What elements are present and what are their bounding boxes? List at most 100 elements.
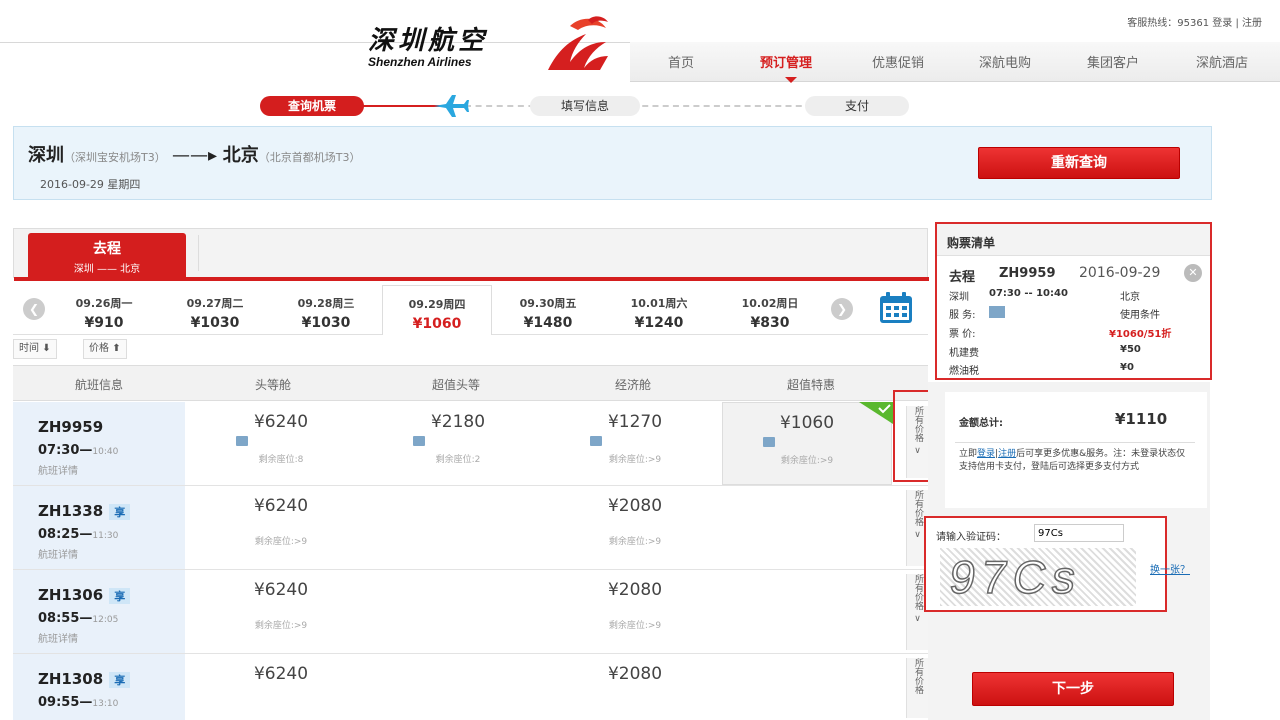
research-button[interactable]: 重新查询 <box>978 147 1180 179</box>
step-payment: 支付 <box>805 96 909 116</box>
sort-bar: 时间 ⬇ 价格 ⬆ <box>13 337 928 363</box>
progress-steps: 查询机票 填写信息 支付 <box>260 95 910 117</box>
flight-number: ZH1308 享 <box>38 670 131 688</box>
date-0926[interactable]: 09.26周一 ¥910 <box>49 285 159 335</box>
sort-by-price[interactable]: 价格 ⬆ <box>83 339 127 359</box>
col-flight-info: 航班信息 <box>74 378 123 392</box>
info-icon <box>590 436 602 446</box>
date-0930[interactable]: 09.30周五 ¥1480 <box>493 285 603 335</box>
tab-underline <box>14 277 929 281</box>
flight-row[interactable]: ZH1338 享 08:25—11:30 航班详情 ¥6240 剩余座位:>9 ¥2… <box>13 486 928 570</box>
cart-date: 2016-09-29 <box>1079 265 1161 281</box>
nav-home[interactable]: 首页 <box>668 52 694 71</box>
fare-first[interactable]: ¥6240 剩余座位:8 <box>196 402 366 485</box>
fare-first[interactable]: ¥6240 剩余座位:>9 <box>196 570 366 653</box>
flight-row[interactable]: ZH9959 07:30—10:40 航班详情 ¥6240 剩余座位:8 ¥218… <box>13 402 928 486</box>
nav-eshop[interactable]: 深航电购 <box>979 52 1031 71</box>
flight-details-link[interactable]: 航班详情 <box>38 462 78 477</box>
main-nav <box>630 42 1280 82</box>
nav-active-indicator <box>785 77 797 83</box>
fare-economy[interactable]: ¥2080 剩余座位:>9 <box>550 570 720 653</box>
logo-text-cn: 深圳航空 <box>368 26 489 56</box>
fuel-value: ¥0 <box>1120 362 1134 373</box>
destination-airport: （北京首都机场T3） <box>258 151 361 164</box>
nav-promotions[interactable]: 优惠促销 <box>872 52 924 71</box>
route-title: 深圳（深圳宝安机场T3） ——▸ 北京（北京首都机场T3） <box>28 141 360 167</box>
flight-time: 09:55—13:10 <box>38 695 119 710</box>
date-0928[interactable]: 09.28周三 ¥1030 <box>271 285 381 335</box>
cart-dep: 深圳 <box>949 292 969 303</box>
logo-bird-icon <box>548 16 608 70</box>
captcha-label: 请输入验证码： <box>936 532 1006 543</box>
captcha-input[interactable] <box>1034 524 1124 542</box>
nav-hotel[interactable]: 深航酒店 <box>1196 52 1248 71</box>
note-register-link[interactable]: 注册 <box>998 449 1016 459</box>
total-divider <box>955 442 1195 443</box>
flight-row[interactable]: ZH1306 享 08:55—12:05 航班详情 ¥6240 剩余座位:>9 ¥2… <box>13 570 928 654</box>
cart-arr: 北京 <box>1120 292 1140 303</box>
plane-icon <box>434 95 469 117</box>
nav-corporate[interactable]: 集团客户 <box>1087 52 1139 71</box>
fare-economy[interactable]: ¥2080 剩余座位:>9 <box>550 486 720 569</box>
fuel-label: 燃油税 <box>949 366 979 377</box>
fare-first[interactable]: ¥6240 <box>196 654 366 720</box>
step-line-done <box>360 105 440 107</box>
destination-city: 北京 <box>222 145 259 166</box>
route-arrow-icon: ——▸ <box>172 145 223 166</box>
hotline-text: 客服热线：95361 <box>1127 18 1210 29</box>
sort-by-time[interactable]: 时间 ⬇ <box>13 339 57 359</box>
captcha-refresh-link[interactable]: 换一张？ <box>1150 561 1190 576</box>
date-0929-selected[interactable]: 09.29周四 ¥1060 <box>382 285 492 335</box>
prev-dates-icon[interactable]: ❮ <box>23 298 45 320</box>
tab-outbound[interactable]: 去程 深圳 —— 北京 <box>28 233 186 277</box>
remove-icon[interactable]: ✕ <box>1184 264 1202 282</box>
chevron-down-icon: ∨ <box>914 530 921 540</box>
flight-number: ZH9959 <box>38 418 104 436</box>
info-icon <box>413 436 425 446</box>
date-0927[interactable]: 09.27周二 ¥1030 <box>160 285 270 335</box>
date-1002[interactable]: 10.02周日 ¥830 <box>715 285 825 335</box>
flight-row[interactable]: ZH1308 享 09:55—13:10 ¥6240 ¥2080 所有价格 <box>13 654 928 720</box>
route-summary: 深圳（深圳宝安机场T3） ——▸ 北京（北京首都机场T3） 2016-09-29… <box>13 126 1212 200</box>
shenzhen-airlines-logo[interactable]: 深圳航空 Shenzhen Airlines <box>368 20 488 69</box>
col-first: 头等舱 <box>254 378 291 392</box>
route-date: 2016-09-29 星期四 <box>40 178 141 191</box>
fare-value-first[interactable]: ¥2180 剩余座位:2 <box>373 402 543 485</box>
calendar-icon[interactable] <box>879 292 913 324</box>
flight-info: ZH1308 享 09:55—13:10 <box>13 654 185 720</box>
tab-divider <box>198 235 199 271</box>
fare-economy[interactable]: ¥2080 <box>550 654 720 720</box>
captcha-box: 请输入验证码： 97Cs <box>924 516 1167 612</box>
fare-column-header: 航班信息 头等舱 超值头等 经济舱 超值特惠 <box>13 365 928 401</box>
info-icon <box>236 436 248 446</box>
flight-details-link[interactable]: 航班详情 <box>38 546 78 561</box>
flight-time: 08:55—12:05 <box>38 611 119 626</box>
fare-first[interactable]: ¥6240 剩余座位:>9 <box>196 486 366 569</box>
date-1001[interactable]: 10.01周六 ¥1240 <box>604 285 714 335</box>
cart-trip: 去程 <box>949 270 976 285</box>
cart-flight: ZH9959 <box>999 266 1056 281</box>
captcha-image: 97Cs <box>940 548 1136 606</box>
selected-check-icon <box>859 402 893 424</box>
cart-time: 07:30 -- 10:40 <box>989 288 1068 299</box>
step-line-2 <box>632 105 812 107</box>
total-label: 金额总计: <box>959 418 1003 429</box>
login-note: 立即登录|注册后可享更多优惠&服务。注：未登录状态仅支持信用卡支付，登陆后可选择… <box>959 449 1186 472</box>
fare-economy[interactable]: ¥1270 剩余座位:>9 <box>550 402 720 485</box>
login-link[interactable]: 登录 <box>1212 18 1232 29</box>
next-dates-icon[interactable]: ❯ <box>831 298 853 320</box>
note-login-link[interactable]: 登录 <box>977 449 995 459</box>
conditions-link[interactable]: 使用条件 <box>1120 306 1160 321</box>
tab-outbound-route: 深圳 —— 北京 <box>73 264 141 275</box>
col-economy: 经济舱 <box>614 378 651 392</box>
captcha-image-text: 97Cs <box>946 550 1086 604</box>
next-button[interactable]: 下一步 <box>972 672 1174 706</box>
nav-booking[interactable]: 预订管理 <box>760 52 812 71</box>
flight-info: ZH1306 享 08:55—12:05 航班详情 <box>13 570 185 653</box>
share-badge: 享 <box>109 504 131 520</box>
arrow-down-icon: ⬇ <box>42 343 51 354</box>
flight-details-link[interactable]: 航班详情 <box>38 630 78 645</box>
register-link[interactable]: 注册 <box>1242 18 1262 29</box>
all-prices-toggle[interactable]: 所有价格 <box>906 658 928 718</box>
service-info-icon[interactable] <box>989 306 1005 318</box>
